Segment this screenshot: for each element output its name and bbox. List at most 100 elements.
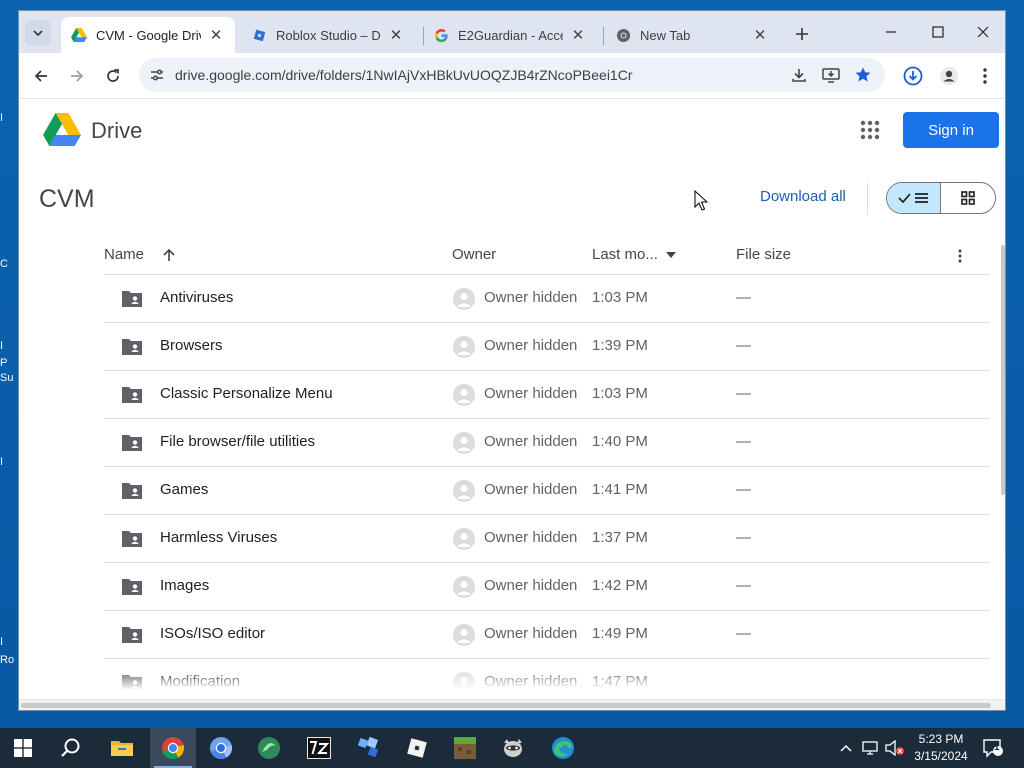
minecraft-taskbar-button[interactable] <box>442 728 488 768</box>
desktop-icon-label[interactable]: I <box>0 636 18 648</box>
7zip-taskbar-button[interactable] <box>296 728 342 768</box>
table-row[interactable]: Harmless Viruses Owner hidden 1:37 PM — <box>104 515 990 563</box>
column-size-header[interactable]: File size <box>736 246 791 263</box>
edge-taskbar-button[interactable] <box>540 728 586 768</box>
arrow-up-icon[interactable] <box>162 248 176 262</box>
table-row[interactable]: File browser/file utilities Owner hidden 1… <box>104 419 990 467</box>
plus-icon <box>796 28 808 40</box>
site-info-icon[interactable] <box>147 65 167 85</box>
desktop-icon-label[interactable]: Ro <box>0 654 18 666</box>
close-icon[interactable]: ✕ <box>569 26 587 44</box>
horizontal-scrollbar[interactable] <box>19 699 1005 710</box>
table-row[interactable]: Antiviruses Owner hidden 1:03 PM — <box>104 275 990 323</box>
desktop-icon-label[interactable]: I <box>0 340 18 352</box>
chrome-icon <box>162 737 185 760</box>
file-name[interactable]: File browser/file utilities <box>160 433 315 450</box>
avatar <box>453 576 475 598</box>
sign-in-button[interactable]: Sign in <box>903 112 999 148</box>
file-name[interactable]: Harmless Viruses <box>160 529 277 546</box>
table-row[interactable]: Images Owner hidden 1:42 PM — <box>104 563 990 611</box>
download-icon[interactable] <box>789 65 809 85</box>
close-icon[interactable]: ✕ <box>387 26 405 44</box>
close-icon[interactable]: ✕ <box>207 26 225 44</box>
scrollbar-thumb[interactable] <box>21 703 991 708</box>
avatar <box>453 336 475 358</box>
file-name[interactable]: Classic Personalize Menu <box>160 385 333 402</box>
download-all-button[interactable]: Download all <box>760 188 846 205</box>
grid-view-icon <box>961 191 975 205</box>
file-name[interactable]: Browsers <box>160 337 223 354</box>
file-explorer-button[interactable] <box>99 728 145 768</box>
install-app-icon[interactable] <box>821 65 841 85</box>
column-owner-header[interactable]: Owner <box>452 246 496 263</box>
file-name[interactable]: Images <box>160 577 209 594</box>
tray-overflow-button[interactable] <box>836 728 856 768</box>
app-taskbar-button[interactable] <box>246 728 292 768</box>
more-vert-icon[interactable] <box>972 63 998 89</box>
table-row[interactable]: Classic Personalize Menu Owner hidden 1:03… <box>104 371 990 419</box>
avatar <box>453 528 475 550</box>
reload-button[interactable] <box>99 62 127 90</box>
taskbar-search-button[interactable] <box>48 728 94 768</box>
system-clock[interactable]: 5:23 PM 3/15/2024 <box>908 731 974 765</box>
edge-icon <box>552 737 574 759</box>
file-size: — <box>736 577 751 594</box>
table-row[interactable]: ISOs/ISO editor Owner hidden 1:49 PM — <box>104 611 990 659</box>
file-name[interactable]: Antiviruses <box>160 289 233 306</box>
new-tab-button[interactable] <box>791 23 813 45</box>
file-name[interactable]: Games <box>160 481 208 498</box>
chevron-down-icon <box>33 30 43 37</box>
tab-cvm-google-drive[interactable]: CVM - Google Drive ✕ <box>61 17 235 53</box>
tab-roblox-studio[interactable]: Roblox Studio – Dow ✕ <box>241 17 415 53</box>
forward-button[interactable] <box>63 62 91 90</box>
volume-button[interactable] <box>884 728 906 768</box>
close-icon[interactable]: ✕ <box>751 26 769 44</box>
desktop-icon-label[interactable]: I <box>0 456 18 468</box>
table-more-icon[interactable] <box>958 249 962 263</box>
grid-view-button[interactable] <box>941 183 995 213</box>
google-apps-icon[interactable] <box>859 119 881 141</box>
file-owner: Owner hidden <box>484 289 578 306</box>
desktop-icon-label[interactable]: P <box>0 357 18 369</box>
tab-e2guardian[interactable]: E2Guardian - Access ✕ <box>423 17 597 53</box>
file-name[interactable]: ISOs/ISO editor <box>160 625 265 642</box>
profile-icon[interactable] <box>936 63 962 89</box>
close-window-button[interactable] <box>961 19 1005 45</box>
minimize-button[interactable] <box>869 19 913 45</box>
list-view-button[interactable] <box>887 183 942 213</box>
tab-search-button[interactable] <box>25 20 51 46</box>
desktop-icon-label[interactable]: C <box>0 258 18 270</box>
close-icon <box>977 26 989 38</box>
column-name-header[interactable]: Name <box>104 246 176 263</box>
tab-strip: CVM - Google Drive ✕ Roblox Studio – Dow… <box>19 11 1005 53</box>
downloads-icon[interactable] <box>900 63 926 89</box>
start-button[interactable] <box>0 728 46 768</box>
clock-date: 3/15/2024 <box>914 749 968 763</box>
maximize-icon <box>932 26 944 38</box>
shared-folder-icon <box>122 435 142 451</box>
table-row[interactable]: Games Owner hidden 1:41 PM — <box>104 467 990 515</box>
address-bar[interactable]: drive.google.com/drive/folders/1NwIAjVxH… <box>139 58 885 92</box>
action-center-button[interactable]: 1 <box>980 728 1006 768</box>
windows-start-icon <box>14 739 32 757</box>
tab-new-tab[interactable]: New Tab ✕ <box>605 17 779 53</box>
network-button[interactable] <box>860 728 882 768</box>
roblox-studio-taskbar-button[interactable] <box>345 728 391 768</box>
raccoon-app-taskbar-button[interactable] <box>490 728 536 768</box>
column-modified-header[interactable]: Last mo... <box>592 246 676 263</box>
tab-title: Roblox Studio – Dow <box>276 27 381 43</box>
google-drive-logo[interactable] <box>43 113 81 147</box>
bookmark-star-icon[interactable] <box>853 65 873 85</box>
chrome-taskbar-button[interactable] <box>150 728 196 768</box>
file-modified: 1:40 PM <box>592 433 648 450</box>
maximize-button[interactable] <box>916 19 960 45</box>
avatar <box>453 624 475 646</box>
roblox-taskbar-button[interactable] <box>394 728 440 768</box>
vertical-scrollbar[interactable] <box>1001 245 1005 495</box>
desktop-icon-label[interactable]: I <box>0 112 18 124</box>
back-button[interactable] <box>27 62 55 90</box>
drive-brand[interactable]: Drive <box>91 118 142 144</box>
chromium-taskbar-button[interactable] <box>198 728 244 768</box>
desktop-icon-label[interactable]: Su <box>0 372 18 384</box>
table-row[interactable]: Browsers Owner hidden 1:39 PM — <box>104 323 990 371</box>
